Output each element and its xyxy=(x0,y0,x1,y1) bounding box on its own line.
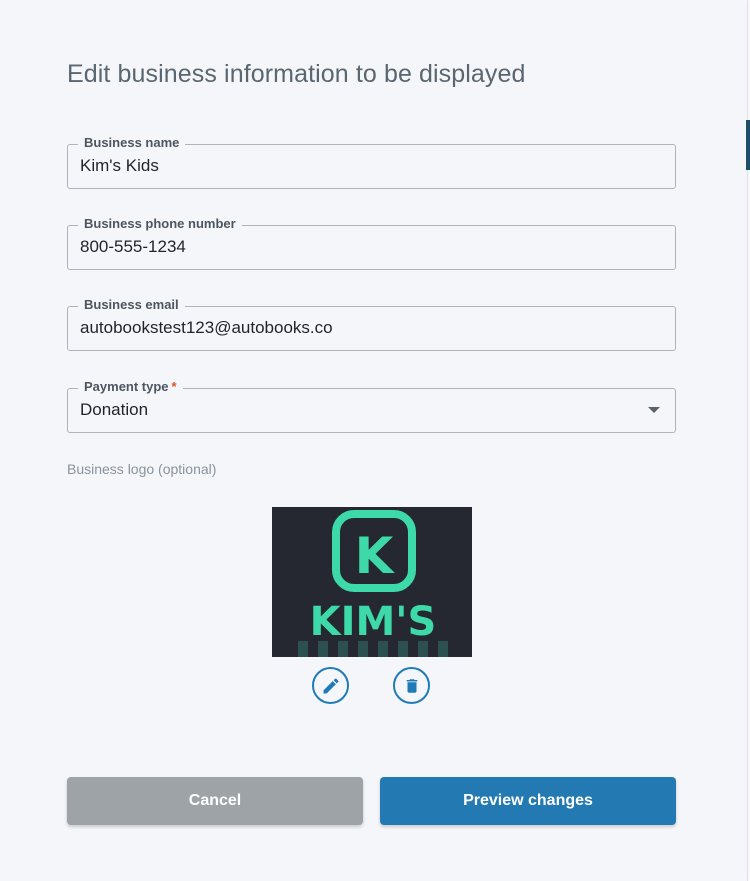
payment-type-value: Donation xyxy=(80,400,149,419)
business-logo-image: K KIM'S xyxy=(272,507,472,657)
business-phone-label: Business phone number xyxy=(78,215,242,233)
pencil-icon xyxy=(323,677,339,693)
dropdown-arrow-icon[interactable] xyxy=(648,407,660,413)
business-phone-field[interactable]: Business phone number 800-555-1234 xyxy=(67,215,676,270)
payment-type-label: Payment type * xyxy=(78,378,183,396)
logo-monogram: K xyxy=(355,527,396,585)
business-email-label: Business email xyxy=(78,296,185,314)
edit-business-panel: Edit business information to be displaye… xyxy=(0,0,748,881)
logo-wordmark: KIM'S xyxy=(310,599,437,645)
preview-changes-button[interactable]: Preview changes xyxy=(380,777,676,825)
background-edge xyxy=(746,120,750,170)
kims-logo: K KIM'S xyxy=(272,507,472,657)
business-phone-value: 800-555-1234 xyxy=(80,237,186,256)
business-name-field[interactable]: Business name Kim's Kids xyxy=(67,134,676,189)
required-marker: * xyxy=(171,379,177,394)
business-logo-label: Business logo (optional) xyxy=(67,461,217,477)
edit-logo-button[interactable] xyxy=(312,667,349,704)
page-title: Edit business information to be displaye… xyxy=(67,60,526,88)
delete-logo-button[interactable] xyxy=(393,667,430,704)
business-name-label: Business name xyxy=(78,134,186,152)
payment-type-select[interactable]: Payment type * Donation xyxy=(67,378,676,433)
business-email-value: autobookstest123@autobooks.co xyxy=(80,318,333,337)
business-name-value: Kim's Kids xyxy=(80,156,159,175)
payment-type-label-text: Payment type xyxy=(84,379,169,394)
trash-icon xyxy=(406,678,417,693)
cancel-button[interactable]: Cancel xyxy=(67,777,363,825)
business-email-field[interactable]: Business email autobookstest123@autobook… xyxy=(67,296,676,351)
